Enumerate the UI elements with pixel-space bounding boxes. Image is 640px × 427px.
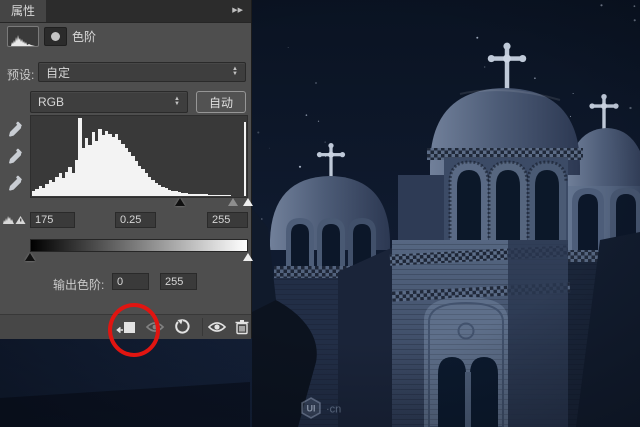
preset-value: 自定	[46, 64, 70, 81]
output-high-field[interactable]	[160, 273, 197, 290]
channel-select[interactable]: RGB ▲▼	[30, 91, 188, 113]
watermark-suffix-text: ·cn	[326, 404, 341, 416]
midtone-input-field[interactable]	[115, 212, 156, 228]
chevron-up-down-icon: ▲▼	[174, 97, 180, 107]
output-levels-label: 输出色阶:	[53, 276, 104, 293]
auto-button[interactable]: 自动	[196, 91, 246, 113]
properties-panel: 属性 ▶▶ 色阶 预设: 自定 ▲▼ RGB ▲▼ 自动	[0, 0, 251, 338]
output-sliders-track	[30, 253, 248, 263]
output-highlight-slider[interactable]	[243, 253, 253, 261]
preset-select[interactable]: 自定 ▲▼	[38, 62, 246, 82]
histogram-refresh-warning-icon[interactable]	[3, 209, 27, 230]
channel-value: RGB	[38, 95, 64, 109]
mini-histogram-icon	[11, 33, 35, 46]
preset-label: 预设:	[7, 66, 34, 83]
highlight-input-field[interactable]	[207, 212, 248, 228]
tab-properties-label: 属性	[11, 4, 35, 18]
panel-header: 色阶	[0, 25, 251, 47]
screenshot-stage: UI ·cn 属性 ▶▶ 色阶 预设: 自定 ▲▼ RGB ▲▼ 自动	[0, 0, 640, 427]
toolbar-divider	[202, 318, 203, 336]
chevron-up-down-icon: ▲▼	[232, 67, 238, 77]
midtone-input-slider[interactable]	[228, 198, 238, 206]
output-gradient-bar	[30, 239, 248, 252]
reset-adjustment-icon[interactable]	[172, 318, 194, 336]
delete-trash-icon[interactable]	[231, 318, 253, 336]
gray-point-eyedropper-icon[interactable]	[7, 148, 24, 165]
collapse-panel-icon[interactable]: ▶▶	[232, 0, 243, 22]
white-point-eyedropper-icon[interactable]	[7, 175, 24, 192]
output-low-field[interactable]	[112, 273, 149, 290]
shadow-input-field[interactable]	[30, 212, 75, 228]
shadow-input-slider[interactable]	[175, 198, 185, 206]
clip-to-layer-icon[interactable]	[115, 318, 137, 336]
adjustment-title: 色阶	[72, 28, 96, 45]
tab-properties[interactable]: 属性	[0, 0, 46, 22]
input-sliders-track	[30, 198, 248, 208]
histogram-highlight-spike	[244, 122, 246, 196]
panel-tab-bar: 属性 ▶▶	[0, 0, 251, 23]
levels-adjustment-icon[interactable]	[7, 26, 39, 47]
view-previous-state-icon[interactable]	[144, 318, 166, 336]
levels-histogram[interactable]	[30, 115, 248, 198]
black-point-eyedropper-icon[interactable]	[7, 121, 24, 138]
layer-mask-icon[interactable]	[44, 27, 67, 46]
visibility-eye-icon[interactable]	[206, 318, 228, 336]
panel-toolbar	[0, 314, 251, 339]
watermark-logo-text: UI	[307, 404, 316, 414]
histogram-bars	[32, 118, 244, 196]
output-shadow-slider[interactable]	[25, 253, 35, 261]
highlight-input-slider[interactable]	[243, 198, 253, 206]
